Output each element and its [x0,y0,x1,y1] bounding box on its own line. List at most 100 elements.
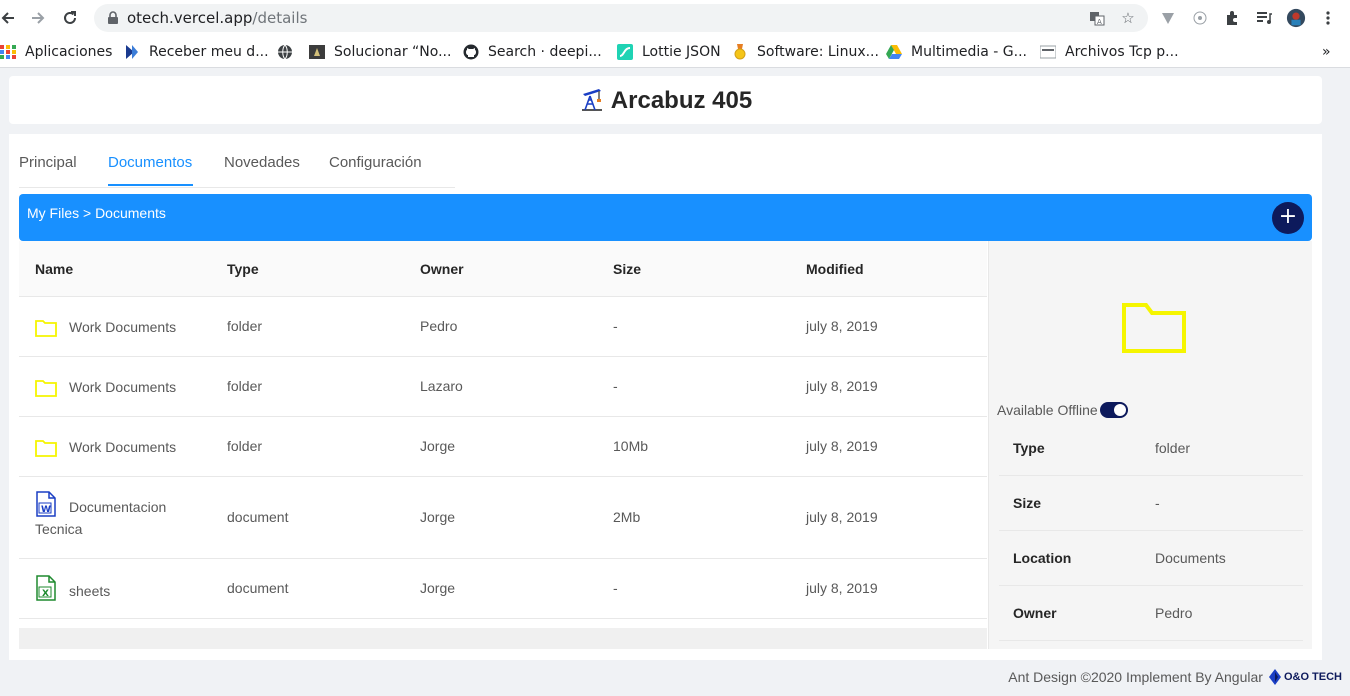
apps-grid-icon [0,45,16,59]
globe-icon [278,44,292,60]
table-row[interactable]: Work Documents folder Pedro - july 8, 20… [19,297,987,357]
tab-principal[interactable]: Principal [19,154,77,171]
add-button[interactable]: + [1272,202,1304,234]
bookmark-aplicaciones[interactable]: Aplicaciones [0,42,112,62]
property-key: Location [1013,550,1072,566]
google-drive-icon [886,45,902,59]
extensions-puzzle-icon[interactable] [1222,8,1242,28]
media-queue-icon[interactable] [1254,8,1274,28]
plus-icon: + [1278,204,1298,229]
table-row[interactable]: Work Documents folder Jorge 10Mb july 8,… [19,417,987,477]
active-tab-indicator [108,184,193,186]
file-size: 10Mb [613,438,649,454]
file-size: 2Mb [613,509,641,525]
translate-icon[interactable]: A [1088,9,1106,27]
bookmark-k-icon [126,45,138,59]
property-value: Pedro [1155,605,1193,621]
file-type: document [227,509,289,525]
file-modified: july 8, 2019 [806,318,878,334]
property-value: folder [1155,440,1191,456]
file-modified: july 8, 2019 [806,378,878,394]
main-card: Principal Documentos Novedades Configura… [9,134,1322,660]
column-header-size[interactable]: Size [613,261,641,277]
company-logo: O&O TECH [1268,669,1342,685]
word-file-icon: W [36,491,56,517]
available-offline-toggle[interactable] [1099,402,1128,418]
file-owner: Jorge [420,438,456,454]
property-type: Type folder [999,421,1303,476]
vimium-icon[interactable] [1158,8,1178,28]
horizontal-scrollbar[interactable] [19,628,987,649]
available-offline-row: Available Offline [997,402,1128,418]
bookmark-solucionar[interactable]: Solucionar “No... [309,42,451,62]
bookmark-multimedia[interactable]: Multimedia - G... [886,42,1027,62]
bookmark-software[interactable]: Software: Linux... [732,42,879,62]
file-type: folder [227,438,263,454]
svg-text:X: X [42,589,49,599]
property-size: Size - [999,476,1303,531]
lottie-icon [617,44,633,60]
footer: Ant Design ©2020 Implement By Angular O&… [1008,666,1342,688]
browser-toolbar: otech.vercel.app/details A ☆ [0,0,1350,36]
tab-configuracion[interactable]: Configuración [329,154,422,171]
property-owner: Owner Pedro [999,586,1303,641]
tab-novedades[interactable]: Novedades [224,154,300,171]
svg-text:A: A [1097,18,1102,26]
back-arrow-icon[interactable] [0,6,20,30]
tab-documentos[interactable]: Documentos [108,154,192,171]
address-bar[interactable]: otech.vercel.app/details A ☆ [94,4,1148,32]
app-header: Arcabuz 405 [9,76,1322,124]
bookmark-receber[interactable]: Receber meu d... [124,42,269,62]
details-panel: Available Offline Type folder Size - Loc… [988,241,1312,649]
terminal-icon [309,45,325,59]
svg-text:W: W [41,505,51,515]
more-bookmarks-button[interactable]: » [1322,42,1331,62]
footer-text: Ant Design ©2020 Implement By Angular [1008,669,1263,685]
bookmark-lottie[interactable]: Lottie JSON [617,42,721,62]
property-key: Size [1013,495,1042,511]
bookmark-github[interactable]: Search · deepi... [463,42,602,62]
file-owner: Lazaro [420,378,463,394]
property-value: - [1155,495,1160,511]
bookmarks-bar: Aplicaciones Receber meu d... Solucionar… [0,36,1350,68]
file-type: folder [227,318,263,334]
file-size: - [613,378,618,394]
breadcrumb[interactable]: My Files > Documents [27,205,166,221]
bookmark-archivos[interactable]: Archivos Tcp p... [1040,42,1179,62]
url-text: otech.vercel.app/details [127,9,308,27]
file-name-cell: Xsheets [35,575,110,602]
column-header-type[interactable]: Type [227,261,259,277]
property-location: Location Documents [999,531,1303,586]
profile-avatar-icon[interactable] [1286,8,1306,28]
file-size: - [613,580,618,596]
table-row[interactable]: Xsheets document Jorge - july 8, 2019 [19,559,987,619]
tab-bar: Principal Documentos Novedades Configura… [19,134,455,188]
table-row[interactable]: Work Documents folder Lazaro - july 8, 2… [19,357,987,417]
forward-arrow-icon[interactable] [26,6,50,30]
file-name-cell: Work Documents [35,376,176,398]
file-type: folder [227,378,263,394]
github-icon [463,44,479,60]
file-name-cell: Work Documents [35,436,176,458]
file-modified: july 8, 2019 [806,580,878,596]
file-owner: Jorge [420,509,456,525]
file-owner: Pedro [420,318,458,334]
file-modified: july 8, 2019 [806,509,878,525]
column-header-owner[interactable]: Owner [420,261,464,277]
star-icon[interactable]: ☆ [1119,9,1137,27]
column-header-name[interactable]: Name [35,261,73,277]
folder-icon [35,440,57,457]
property-value: Documents [1155,550,1226,566]
reload-icon[interactable] [58,6,82,30]
medal-icon [734,44,746,60]
kebab-menu-icon[interactable] [1318,8,1338,28]
react-devtools-icon[interactable] [1190,8,1210,28]
diamond-logo-icon [1268,669,1281,685]
bookmark-globe[interactable] [277,42,302,62]
column-header-modified[interactable]: Modified [806,261,864,277]
folder-preview-icon [1122,303,1186,353]
table-row[interactable]: W Documentacion Tecnica document Jorge 2Mb… [19,477,987,559]
file-modified: july 8, 2019 [806,438,878,454]
table-header: Name Type Owner Size Modified [19,241,987,297]
folder-icon [35,380,57,397]
